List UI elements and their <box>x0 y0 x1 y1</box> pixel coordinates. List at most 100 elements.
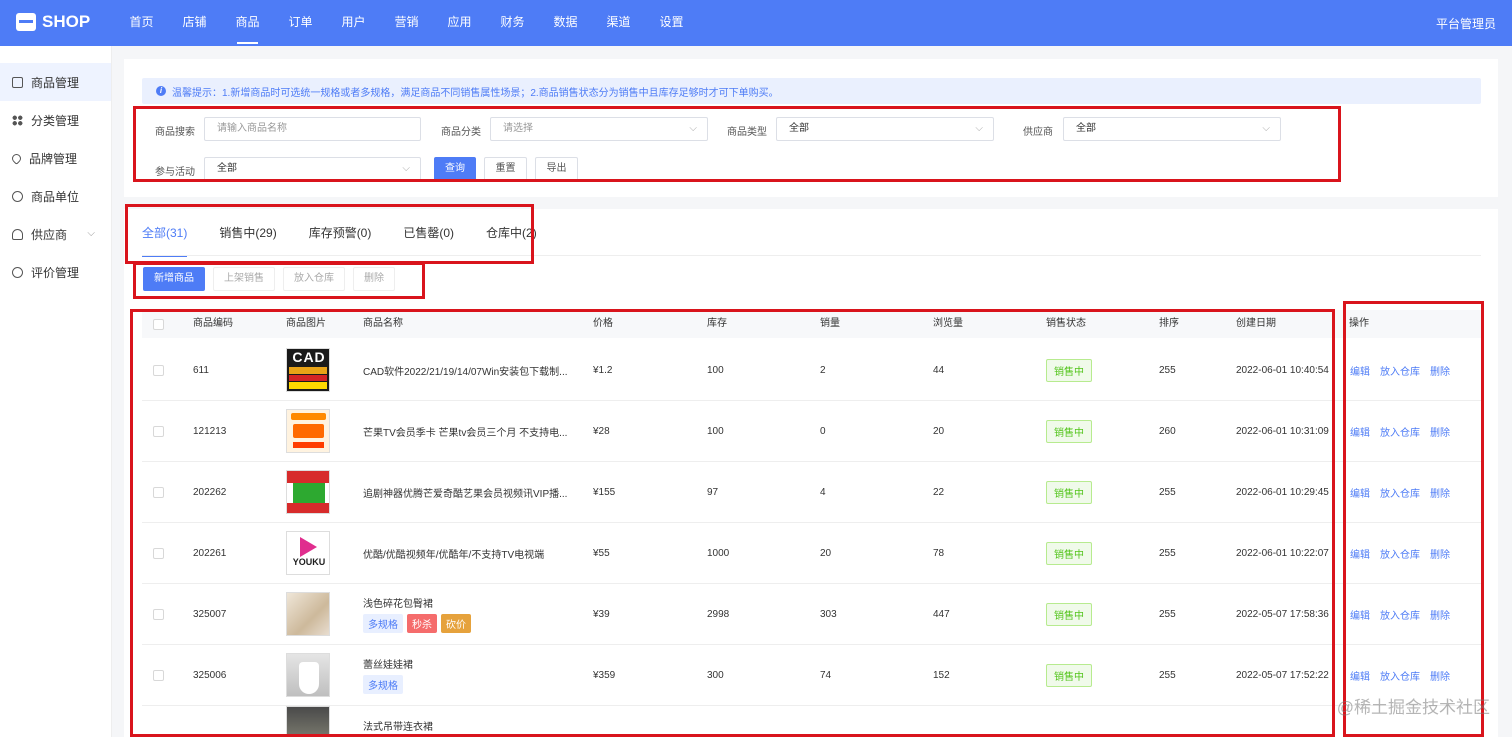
on-sale-button[interactable]: 上架销售 <box>213 267 275 291</box>
dress-thumbnail[interactable] <box>286 706 330 737</box>
goods-name[interactable]: 追剧神器优腾芒爱奇酷艺果会员视频讯VIP播... <box>363 462 567 522</box>
header-sales: 销量 <box>820 318 840 329</box>
table-row: 325007 浅色碎花包臀裙 多规格 秒杀 砍价 ¥39 2998 303 44… <box>142 584 1481 645</box>
goods-sort: 255 <box>1159 486 1176 498</box>
sidebar-item-category[interactable]: 分类管理 <box>0 101 111 139</box>
sidebar-item-reviews[interactable]: 评价管理 <box>0 253 111 291</box>
edit-link[interactable]: 编辑 <box>1350 485 1370 500</box>
reset-button[interactable]: 重置 <box>484 157 527 181</box>
tab-all[interactable]: 全部(31) <box>142 209 188 257</box>
search-label: 商品搜索 <box>155 127 195 138</box>
delete-link[interactable]: 删除 <box>1430 546 1450 561</box>
type-select[interactable]: 全部 ⌵ <box>776 117 994 141</box>
nav-item-orders[interactable]: 订单 <box>274 0 327 46</box>
row-checkbox[interactable] <box>153 425 164 437</box>
goods-created: 2022-06-01 10:22:07 <box>1236 547 1329 559</box>
category-select[interactable]: 请选择 ⌵ <box>490 117 708 141</box>
row-checkbox[interactable] <box>153 364 164 376</box>
edit-link[interactable]: 编辑 <box>1350 424 1370 439</box>
warehouse-link[interactable]: 放入仓库 <box>1380 424 1420 439</box>
row-checkbox[interactable] <box>153 669 164 681</box>
goods-price: ¥1.2 <box>593 364 613 376</box>
nav-item-finance[interactable]: 财务 <box>486 0 539 46</box>
tab-sold-out[interactable]: 已售罄(0) <box>403 209 454 256</box>
edit-link[interactable]: 编辑 <box>1350 668 1370 683</box>
goods-name[interactable]: 浅色碎花包臀裙 <box>363 595 471 610</box>
to-warehouse-button[interactable]: 放入仓库 <box>283 267 345 291</box>
export-button[interactable]: 导出 <box>535 157 578 181</box>
dress-thumbnail[interactable] <box>286 592 330 636</box>
supplier-value: 全部 <box>1076 123 1096 134</box>
select-all-checkbox[interactable] <box>153 319 164 330</box>
goods-name[interactable]: 优酷/优酷视频年/优酷年/不支持TV电视端 <box>363 523 544 583</box>
query-button[interactable]: 查询 <box>434 157 476 181</box>
table-header: 商品编码 商品图片 商品名称 价格 库存 销量 浏览量 销售状态 排序 创建日期… <box>142 310 1481 338</box>
status-badge: 销售中 <box>1046 358 1092 382</box>
nav-item-data[interactable]: 数据 <box>539 0 592 46</box>
edit-link[interactable]: 编辑 <box>1350 546 1370 561</box>
mango-tv-thumbnail[interactable] <box>286 409 330 453</box>
status-badge: 销售中 <box>1046 602 1092 626</box>
warehouse-link[interactable]: 放入仓库 <box>1380 546 1420 561</box>
activity-select[interactable]: 全部 ⌵ <box>204 157 421 181</box>
nav-item-settings[interactable]: 设置 <box>645 0 698 46</box>
nav-item-apps[interactable]: 应用 <box>433 0 486 46</box>
edit-link[interactable]: 编辑 <box>1350 363 1370 378</box>
nav-item-channels[interactable]: 渠道 <box>592 0 645 46</box>
sidebar-item-supplier[interactable]: 供应商 ⌵ <box>0 215 111 253</box>
delete-button[interactable]: 删除 <box>353 267 395 291</box>
goods-sort: 255 <box>1159 608 1176 620</box>
warehouse-link[interactable]: 放入仓库 <box>1380 668 1420 683</box>
logo[interactable]: SHOP <box>16 12 90 32</box>
goods-code: 611 <box>193 364 209 376</box>
header-status: 销售状态 <box>1046 318 1086 329</box>
goods-list-card: 全部(31) 销售中(29) 库存预警(0) 已售罄(0) 仓库中(2) 新增商… <box>124 209 1498 737</box>
type-label: 商品类型 <box>727 127 767 138</box>
cad-thumbnail[interactable]: CAD <box>286 348 330 392</box>
delete-link[interactable]: 删除 <box>1430 668 1450 683</box>
delete-link[interactable]: 删除 <box>1430 363 1450 378</box>
tab-stock-warning[interactable]: 库存预警(0) <box>309 209 372 256</box>
warehouse-link[interactable]: 放入仓库 <box>1380 485 1420 500</box>
goods-sort: 255 <box>1159 364 1176 376</box>
tab-warehouse[interactable]: 仓库中(2) <box>486 209 537 256</box>
nav-item-home[interactable]: 首页 <box>115 0 168 46</box>
nav-item-goods[interactable]: 商品 <box>221 0 274 46</box>
add-goods-button[interactable]: 新增商品 <box>143 267 205 291</box>
delete-link[interactable]: 删除 <box>1430 424 1450 439</box>
goods-name[interactable]: 蕾丝娃娃裙 <box>363 656 413 671</box>
chevron-down-icon: ⌵ <box>402 163 410 174</box>
youku-thumbnail[interactable]: YOUKU <box>286 531 330 575</box>
goods-name[interactable]: CAD软件2022/21/19/14/07Win安装包下载制... <box>363 340 568 400</box>
warehouse-link[interactable]: 放入仓库 <box>1380 607 1420 622</box>
table-row: 121213 芒果TV会员季卡 芒果tv会员三个月 不支持电... ¥28 10… <box>142 401 1481 462</box>
goods-name[interactable]: 法式吊带连衣裙 <box>363 706 433 737</box>
goods-name[interactable]: 芒果TV会员季卡 芒果tv会员三个月 不支持电... <box>363 401 567 461</box>
row-checkbox[interactable] <box>153 486 164 498</box>
warehouse-link[interactable]: 放入仓库 <box>1380 363 1420 378</box>
nav-item-users[interactable]: 用户 <box>327 0 380 46</box>
goods-sort: 255 <box>1159 547 1176 559</box>
delete-link[interactable]: 删除 <box>1430 607 1450 622</box>
dress-thumbnail[interactable] <box>286 653 330 697</box>
supplier-select[interactable]: 全部 ⌵ <box>1063 117 1281 141</box>
nav-item-marketing[interactable]: 营销 <box>380 0 433 46</box>
goods-code: 121213 <box>193 425 227 437</box>
iqiyi-thumbnail[interactable] <box>286 470 330 514</box>
search-input[interactable]: 请输入商品名称 <box>204 117 421 141</box>
nav-item-store[interactable]: 店铺 <box>168 0 221 46</box>
sidebar-item-unit[interactable]: 商品单位 <box>0 177 111 215</box>
main-nav: 首页 店铺 商品 订单 用户 营销 应用 财务 数据 渠道 设置 <box>115 0 698 46</box>
row-checkbox[interactable] <box>153 608 164 620</box>
goods-stock: 1000 <box>707 547 730 559</box>
user-icon <box>12 228 23 240</box>
edit-link[interactable]: 编辑 <box>1350 607 1370 622</box>
row-checkbox[interactable] <box>153 547 164 559</box>
admin-menu[interactable]: 平台管理员 <box>1436 15 1496 32</box>
chevron-down-icon: ⌵ <box>689 123 697 134</box>
tag-multi-spec: 多规格 <box>363 614 403 633</box>
tab-on-sale[interactable]: 销售中(29) <box>219 209 276 256</box>
sidebar-item-goods[interactable]: 商品管理 <box>0 63 111 101</box>
sidebar-item-brand[interactable]: 品牌管理 <box>0 139 111 177</box>
delete-link[interactable]: 删除 <box>1430 485 1450 500</box>
